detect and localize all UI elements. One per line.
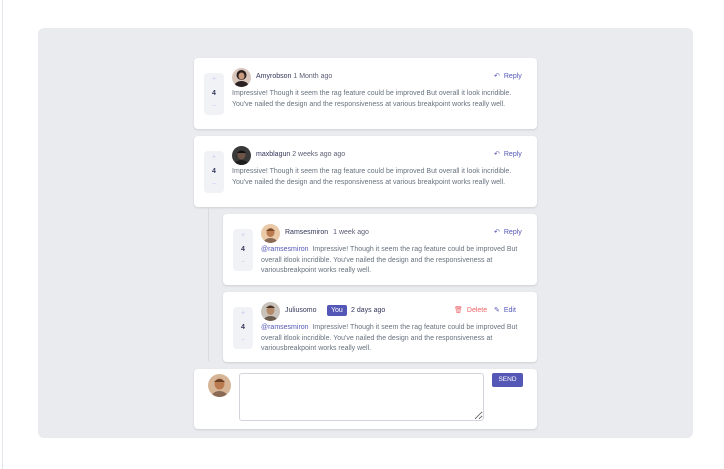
delete-button[interactable]: 🗑 Delete <box>454 306 487 314</box>
reply-button[interactable]: ↶ Reply <box>494 72 522 80</box>
comment-text: Impressive! Though it seem the rag featu… <box>232 168 512 186</box>
comment-date: 2 days ago <box>351 307 386 314</box>
comment-header: maxblagun 2 weeks ago ago <box>256 151 345 158</box>
comment-date: 2 weeks ago ago <box>292 151 346 158</box>
username[interactable]: Ramsesmiron <box>285 229 328 236</box>
comment-header: Ramsesmiron 1 week ago <box>285 229 369 236</box>
comment-date-wrap: 2 days ago <box>351 307 385 314</box>
comment-header: Amyrobson 1 Month ago <box>256 73 332 80</box>
vote-widget: + 4 − <box>233 307 253 349</box>
upvote-button[interactable]: + <box>233 231 253 241</box>
comment-date: 1 week ago <box>333 229 369 236</box>
mention-link[interactable]: @ramsesmiron <box>261 246 309 253</box>
avatar <box>232 146 251 165</box>
comment-input[interactable] <box>239 373 484 421</box>
vote-widget: + 4 − <box>204 73 224 115</box>
comment-card: + 4 − Amyrobson 1 Month ago ↶ Reply Impre… <box>194 58 537 129</box>
send-button[interactable]: SEND <box>492 373 523 387</box>
vote-score: 4 <box>212 168 216 175</box>
comment-date: 1 Month ago <box>293 73 333 80</box>
vote-widget: + 4 − <box>204 151 224 193</box>
edit-button[interactable]: ✎ Edit <box>494 306 516 314</box>
downvote-button[interactable]: − <box>204 180 224 190</box>
username[interactable]: Juliusomo <box>285 307 317 314</box>
comment-text: @ramsesmiron Impressive! Though it seem … <box>261 323 525 355</box>
reply-arrow-icon: ↶ <box>494 229 500 236</box>
avatar <box>232 68 251 87</box>
reply-label: Reply <box>503 73 522 80</box>
page-divider <box>2 0 3 469</box>
pencil-icon: ✎ <box>494 307 500 314</box>
reply-button[interactable]: ↶ Reply <box>494 228 522 236</box>
reply-arrow-icon: ↶ <box>494 151 500 158</box>
downvote-button[interactable]: − <box>233 336 253 346</box>
current-user-avatar <box>208 374 231 397</box>
vote-score: 4 <box>241 246 245 253</box>
vote-score: 4 <box>212 90 216 97</box>
reply-label: Reply <box>503 151 522 158</box>
trash-icon: 🗑 <box>454 307 463 314</box>
comment-header: Juliusomo <box>285 307 317 314</box>
mention-link[interactable]: @ramsesmiron <box>261 324 309 331</box>
reply-card: + 4 − Ramsesmiron 1 week ago ↶ Reply @ram… <box>223 214 537 285</box>
avatar <box>261 224 280 243</box>
delete-label: Delete <box>466 307 488 314</box>
reply-card: + 4 − Juliusomo You 2 days ago 🗑 Delete ✎… <box>223 292 537 362</box>
comment-text: Impressive! Though it seem the rag featu… <box>232 90 512 108</box>
downvote-button[interactable]: − <box>204 102 224 112</box>
downvote-button[interactable]: − <box>233 258 253 268</box>
comment-text: @ramsesmiron Impressive! Though it seem … <box>261 245 525 277</box>
upvote-button[interactable]: + <box>233 309 253 319</box>
vote-widget: + 4 − <box>233 229 253 271</box>
avatar <box>261 302 280 321</box>
reply-button[interactable]: ↶ Reply <box>494 150 522 158</box>
reply-arrow-icon: ↶ <box>494 73 500 80</box>
upvote-button[interactable]: + <box>204 75 224 85</box>
comment-composer: SEND <box>194 369 537 429</box>
reply-label: Reply <box>503 229 522 236</box>
thread-line <box>208 208 209 361</box>
username[interactable]: Amyrobson <box>256 73 291 80</box>
comment-card: + 4 − maxblagun 2 weeks ago ago ↶ Reply I… <box>194 136 537 207</box>
username[interactable]: maxblagun <box>256 151 290 158</box>
you-badge: You <box>327 305 347 316</box>
upvote-button[interactable]: + <box>204 153 224 163</box>
edit-label: Edit <box>503 307 516 314</box>
vote-score: 4 <box>241 324 245 331</box>
